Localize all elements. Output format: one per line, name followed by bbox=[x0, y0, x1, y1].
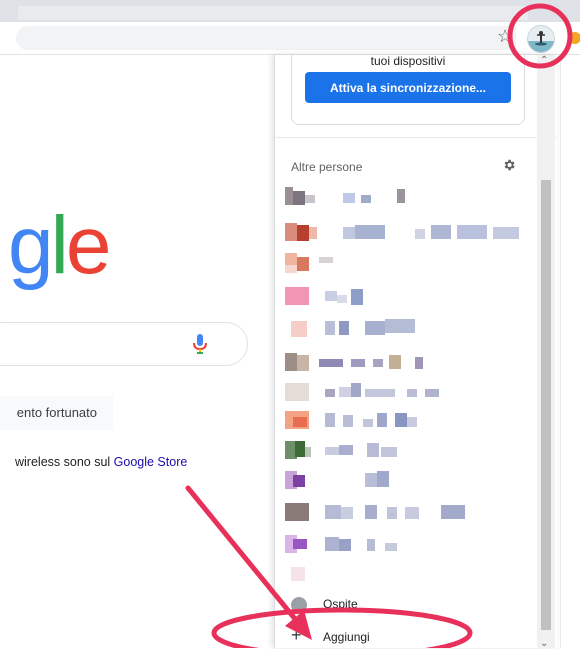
profile-row[interactable] bbox=[285, 563, 525, 585]
bookmark-star-icon[interactable]: ☆ bbox=[497, 26, 513, 47]
other-people-heading: Altre persone bbox=[291, 160, 363, 174]
profile-menu-scrollbar[interactable]: ⌃ ⌄ bbox=[537, 55, 555, 649]
profile-row[interactable] bbox=[285, 501, 525, 523]
google-logo-letter-l: l bbox=[50, 200, 69, 291]
add-label: Aggiungi bbox=[323, 630, 370, 644]
profile-menu: tuoi dispositivi Attiva la sincronizzazi… bbox=[274, 55, 557, 648]
promo-text: wireless sono sul Google Store bbox=[15, 455, 187, 469]
profile-row[interactable] bbox=[285, 317, 525, 339]
add-profile-button[interactable]: + Aggiungi bbox=[291, 625, 491, 647]
turn-on-sync-button[interactable]: Attiva la sincronizzazione... bbox=[305, 72, 511, 103]
browser-toolbar: ☆ bbox=[0, 22, 580, 55]
plus-icon: + bbox=[291, 625, 302, 645]
google-store-link[interactable]: Google Store bbox=[114, 455, 188, 469]
promo-text-prefix: wireless sono sul bbox=[15, 455, 114, 469]
tab-strip bbox=[0, 0, 580, 22]
google-logo: gle bbox=[8, 205, 111, 287]
profile-row[interactable] bbox=[285, 381, 525, 403]
scroll-down-icon[interactable]: ⌄ bbox=[540, 638, 548, 649]
scroll-up-icon[interactable]: ⌃ bbox=[540, 55, 548, 66]
page-scroll-edge bbox=[560, 55, 580, 648]
profile-row[interactable] bbox=[285, 185, 525, 207]
profile-row[interactable] bbox=[285, 221, 525, 243]
profile-avatar-button[interactable] bbox=[527, 25, 555, 53]
guest-label: Ospite bbox=[323, 597, 358, 611]
tab-strip-background bbox=[18, 6, 528, 20]
microphone-icon[interactable] bbox=[193, 334, 207, 359]
menu-divider bbox=[275, 137, 557, 138]
profile-row[interactable] bbox=[285, 439, 525, 461]
scrollbar-thumb[interactable] bbox=[541, 180, 551, 630]
profile-row[interactable] bbox=[285, 285, 525, 307]
sync-card: tuoi dispositivi Attiva la sincronizzazi… bbox=[291, 55, 525, 125]
guest-person-icon bbox=[291, 597, 307, 613]
profile-row[interactable] bbox=[285, 409, 525, 431]
address-bar[interactable] bbox=[16, 26, 516, 50]
profile-avatar-icon bbox=[528, 31, 554, 52]
extension-icon[interactable] bbox=[569, 32, 580, 44]
sync-description: tuoi dispositivi bbox=[370, 55, 446, 68]
google-logo-letter-g: g bbox=[8, 200, 54, 291]
profile-row[interactable] bbox=[285, 469, 525, 491]
google-logo-letter-e: e bbox=[65, 200, 112, 291]
profile-row[interactable] bbox=[285, 351, 525, 373]
guest-profile-button[interactable]: Ospite bbox=[291, 595, 491, 615]
lucky-button[interactable]: ento fortunato bbox=[0, 396, 113, 430]
profile-row[interactable] bbox=[285, 533, 525, 555]
profile-row[interactable] bbox=[285, 251, 525, 273]
gear-icon[interactable] bbox=[502, 158, 516, 177]
google-search-input[interactable] bbox=[0, 322, 248, 366]
